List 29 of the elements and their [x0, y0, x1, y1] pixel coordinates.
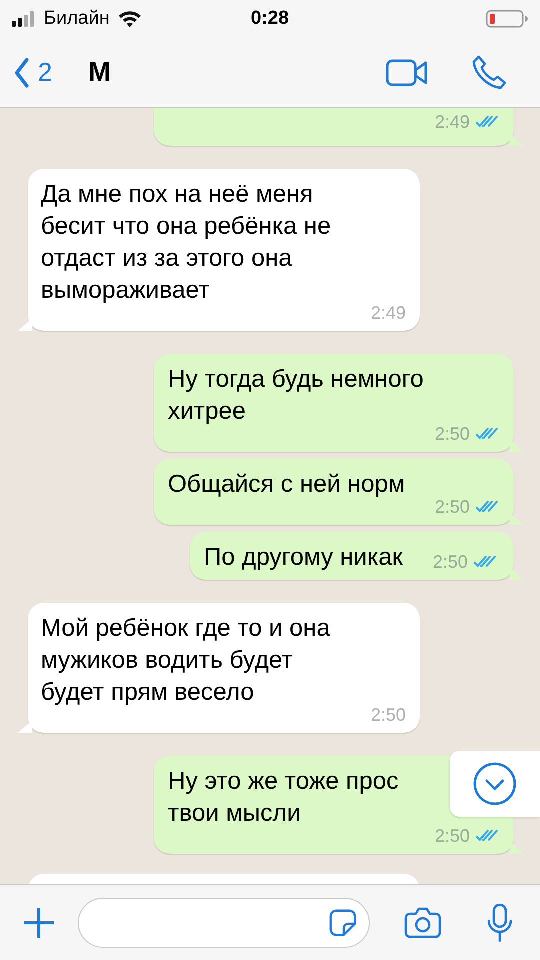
- clock-time: 0:28: [250, 8, 290, 30]
- chevron-left-icon: [14, 58, 30, 88]
- wifi-icon: [118, 10, 142, 28]
- message-time: 2:49: [434, 111, 470, 134]
- sticker-icon[interactable]: [329, 908, 357, 938]
- message-time: 2:50: [434, 423, 470, 446]
- scroll-down-button[interactable]: [450, 751, 540, 817]
- battery-icon: [486, 9, 528, 29]
- carrier-name: Билайн: [44, 8, 110, 30]
- chat-title: М: [88, 57, 111, 88]
- message-text: Общайся с ней норм: [168, 470, 406, 500]
- message-text: Ну это же тоже прос твои мысли: [168, 767, 399, 829]
- message-text: Да мне пох на неё меня бесит что она ребёнка не отдаст из за этого она вымораживает: [41, 180, 332, 306]
- message-input[interactable]: [78, 898, 370, 948]
- message-time: 2:50: [370, 704, 406, 727]
- microphone-icon[interactable]: [486, 902, 514, 942]
- camera-icon[interactable]: [404, 906, 442, 938]
- message-text: По другому никак: [204, 543, 403, 573]
- back-button[interactable]: 2: [14, 57, 52, 88]
- chevron-down-icon: [472, 761, 518, 807]
- message-text: Мой ребёнок где то и она мужиков водить будет будет прям весело: [41, 614, 330, 708]
- message-time: 2:50: [434, 825, 470, 848]
- message-text: Ну тогда будь немного хитрее: [168, 365, 424, 427]
- video-call-icon[interactable]: [386, 58, 428, 86]
- phone-icon[interactable]: [472, 54, 508, 90]
- message-time: 2:50: [434, 496, 470, 519]
- message-time: 2:49: [370, 302, 406, 325]
- message-time: 2:50: [432, 551, 468, 574]
- plus-icon[interactable]: [22, 906, 56, 940]
